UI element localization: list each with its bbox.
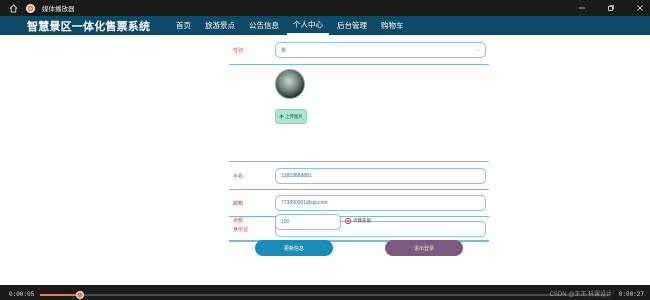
player-controls: 0:00:05 CSDN @王王 科课设计 0:00:27 [0, 285, 650, 300]
avatar [275, 69, 305, 99]
recharge-radio[interactable] [345, 218, 351, 224]
nav-admin[interactable]: 后台管理 [331, 16, 373, 35]
idcard-label: 身份证 [233, 227, 249, 233]
home-icon[interactable] [8, 3, 18, 13]
total-time: 0:00:27 [618, 291, 644, 298]
recharge-label[interactable]: 点我充值 [353, 218, 371, 224]
player-title: 媒体播放器 [42, 5, 75, 13]
player-titlebar: 媒体播放器 [0, 0, 650, 16]
gender-label: 性别 [233, 48, 244, 54]
nav-home[interactable]: 首页 [170, 16, 197, 35]
nav-personal-center[interactable]: 个人中心 [287, 16, 329, 35]
chevron-down-icon: ⌄ [475, 47, 480, 53]
phone-label: 手机 [233, 174, 244, 180]
upload-icon [279, 114, 284, 119]
nav-attractions[interactable]: 旅游景点 [199, 16, 241, 35]
current-time: 0:00:05 [9, 291, 35, 298]
recharge-radio-dot [347, 220, 349, 222]
balance-field[interactable]: 100 [275, 214, 341, 230]
site-title: 智慧景区一体化售票系统 [27, 19, 151, 33]
email-row: 邮箱 773890001@qq.com [229, 190, 489, 217]
upload-label: 上传图片 [285, 113, 303, 119]
update-info-button[interactable]: 更新信息 [255, 240, 333, 256]
seek-bar-thumb[interactable] [75, 291, 84, 299]
phone-field[interactable]: 13823888881 [275, 168, 486, 184]
seek-bar-progress [40, 294, 80, 296]
site-header: 智慧景区一体化售票系统 首页 旅游景点 公告信息 个人中心 后台管理 购物车 [0, 16, 650, 35]
email-label: 邮箱 [233, 201, 244, 207]
balance-label: 余额 [233, 218, 244, 224]
watermark: CSDN @王王 科课设计 [549, 292, 612, 298]
minimize-icon[interactable] [572, 0, 592, 16]
avatar-row: 上传图片 [229, 65, 489, 162]
upload-button[interactable]: 上传图片 [275, 109, 307, 124]
gender-row: 性别 男 ⌄ [229, 35, 489, 65]
nav-cart[interactable]: 购物车 [375, 16, 410, 35]
main-nav: 首页 旅游景点 公告信息 个人中心 后台管理 购物车 [170, 16, 412, 35]
phone-row: 手机 13823888881 [229, 162, 489, 190]
restore-icon[interactable] [601, 0, 621, 16]
gender-select[interactable]: 男 ⌄ [275, 42, 486, 58]
player-logo-icon [26, 3, 35, 13]
close-icon[interactable] [630, 0, 650, 16]
seek-bar[interactable] [40, 291, 610, 299]
gender-value: 男 [281, 47, 287, 54]
nav-announcements[interactable]: 公告信息 [243, 16, 285, 35]
logout-button[interactable]: 退出登录 [385, 240, 463, 256]
email-field[interactable]: 773890001@qq.com [275, 195, 486, 211]
